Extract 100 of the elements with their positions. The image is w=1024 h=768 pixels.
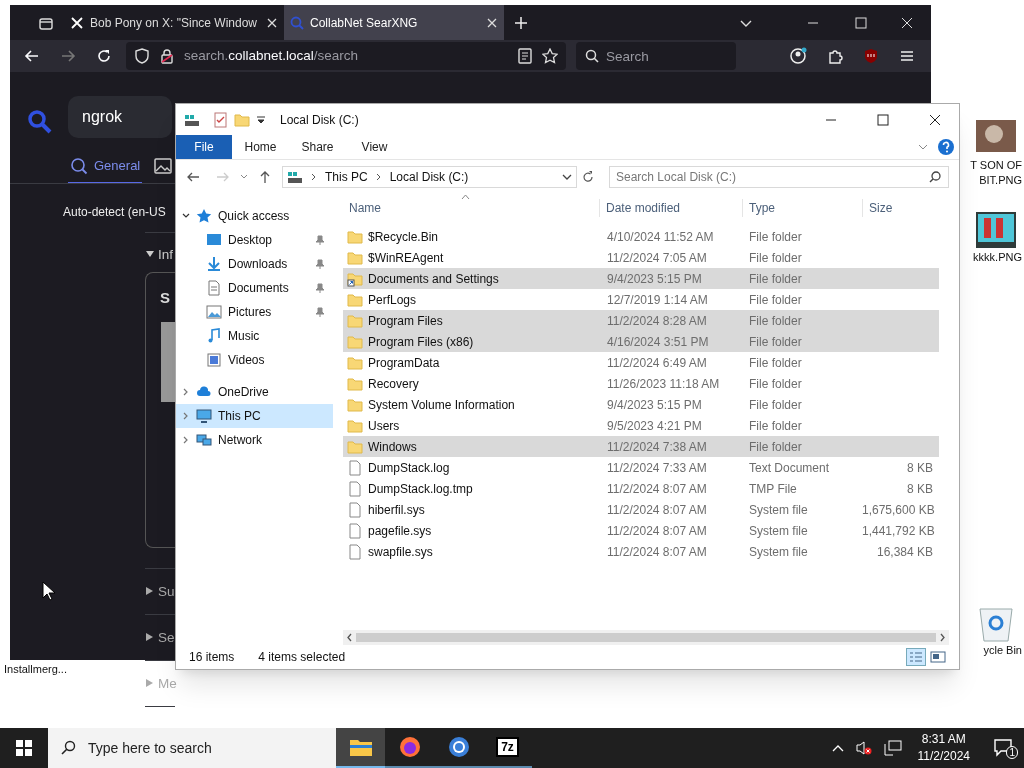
close-icon[interactable] (929, 113, 941, 126)
sort-caret-icon[interactable] (461, 194, 470, 200)
file-type: File folder (748, 228, 803, 246)
shield-extension-icon[interactable] (863, 48, 879, 64)
back-arrow-icon[interactable] (24, 48, 40, 64)
clock[interactable]: 8:31 AM 11/2/2024 (913, 731, 974, 765)
language-selector[interactable]: Auto-detect (en-US (63, 203, 166, 221)
section-toggle[interactable]: Se (158, 628, 175, 649)
infobox-toggle[interactable]: Inf (158, 245, 173, 266)
shield-icon[interactable] (134, 48, 150, 64)
file-row[interactable]: Documents and Settings 9/4/2023 5:15 PM File folder (343, 268, 939, 289)
file-row[interactable]: Recovery 11/26/2023 11:18 AM File folder (343, 373, 939, 394)
breadcrumb-item[interactable]: This PC (325, 168, 368, 186)
properties-icon[interactable] (212, 111, 228, 128)
account-icon[interactable] (789, 47, 807, 65)
triangle-right-icon[interactable] (146, 633, 153, 641)
nav-item[interactable]: OneDrive (176, 380, 333, 404)
new-tab-icon[interactable] (514, 15, 528, 30)
search-field[interactable]: Search Local Disk (C:) (609, 166, 949, 188)
file-row[interactable]: PerfLogs 12/7/2019 1:14 AM File folder (343, 289, 939, 310)
image-icon (154, 156, 173, 175)
star-icon[interactable] (542, 48, 558, 64)
breadcrumb-item[interactable]: Local Disk (C:) (389, 168, 469, 186)
menu-icon[interactable] (899, 48, 915, 64)
search-field[interactable]: Search (576, 42, 736, 70)
nav-item[interactable]: Downloads (176, 252, 333, 276)
reader-view-icon[interactable] (518, 48, 532, 64)
nav-item[interactable]: Network (176, 428, 333, 452)
taskbar-search-field[interactable]: Type here to search (48, 728, 336, 768)
column-header[interactable]: Type (742, 199, 862, 217)
nav-item[interactable]: This PC (176, 404, 333, 428)
file-row[interactable]: Program Files 11/2/2024 8:28 AM File folder (343, 310, 939, 331)
windows-logo-icon[interactable] (16, 740, 32, 756)
help-icon[interactable] (937, 138, 955, 156)
file-row[interactable]: Windows 11/2/2024 7:38 AM File folder (343, 436, 939, 457)
chevron-right-icon[interactable] (182, 412, 190, 420)
file-row[interactable]: swapfile.sys 11/2/2024 8:07 AM System file 16,384 KB (343, 541, 939, 562)
taskbar-app-button[interactable]: 7z (483, 728, 532, 768)
lock-icon[interactable] (160, 48, 174, 64)
image-file-icon[interactable] (974, 210, 1018, 250)
file-name: Windows (368, 438, 417, 456)
nav-item[interactable]: Pictures (176, 300, 333, 324)
file-row[interactable]: $Recycle.Bin 4/10/2024 11:52 AM File folder (343, 226, 939, 247)
nav-item[interactable]: Quick access (176, 204, 333, 228)
desktop-icon-label: Installmerg... (4, 662, 67, 677)
back-arrow-icon[interactable] (186, 170, 200, 184)
file-row[interactable]: Users 9/5/2023 4:21 PM File folder (343, 415, 939, 436)
column-header[interactable]: Name (343, 199, 599, 217)
column-header[interactable]: Size (862, 199, 938, 217)
taskbar-app-button[interactable] (336, 728, 385, 768)
search-icon (585, 49, 599, 63)
file-row[interactable]: pagefile.sys 11/2/2024 8:07 AM System file 1,441,792 KB (343, 520, 939, 541)
chevron-down-icon[interactable] (562, 172, 572, 182)
column-header[interactable]: Date modified (599, 199, 742, 217)
chevron-down-icon[interactable] (182, 212, 190, 220)
file-name: Program Files (368, 312, 443, 330)
chevron-up-icon[interactable] (831, 743, 844, 753)
nav-item[interactable]: Videos (176, 348, 333, 372)
ribbon-tab[interactable]: Home (232, 135, 289, 159)
reload-icon[interactable] (96, 48, 112, 64)
nav-item[interactable]: Documents (176, 276, 333, 300)
up-arrow-icon[interactable] (258, 170, 272, 184)
horizontal-scrollbar[interactable] (343, 630, 949, 645)
speaker-muted-icon[interactable] (855, 740, 872, 756)
chevron-right-icon[interactable] (182, 388, 190, 396)
large-icons-view-icon[interactable] (930, 650, 946, 664)
file-row[interactable]: hiberfil.sys 11/2/2024 8:07 AM System file 1,675,600 KB (343, 499, 939, 520)
date-modified: 11/2/2024 8:07 AM (606, 543, 708, 561)
file-row[interactable]: DumpStack.log 11/2/2024 7:33 AM Text Document 8 KB (343, 457, 939, 478)
file-row[interactable]: ProgramData 11/2/2024 6:49 AM File folder (343, 352, 939, 373)
browser-tab[interactable]: Bob Pony on X: "Since Window (64, 5, 284, 40)
folder-icon (347, 291, 363, 308)
date-modified: 9/5/2023 4:21 PM (606, 417, 703, 435)
triangle-right-icon[interactable] (146, 587, 153, 595)
browser-tab[interactable]: CollabNet SearXNG (284, 5, 504, 40)
address-bar[interactable]: search.collabnet.local/search (126, 42, 566, 70)
triangle-down-icon[interactable] (146, 250, 154, 258)
forward-arrow-icon[interactable] (60, 48, 76, 64)
chevron-right-icon[interactable] (182, 436, 190, 444)
chevron-down-icon[interactable] (256, 114, 266, 125)
file-row[interactable]: System Volume Information 9/4/2023 5:15 PM File folder (343, 394, 939, 415)
maximize-icon[interactable] (877, 113, 889, 126)
desktop-icon-label: ycle Bin (983, 643, 1023, 658)
nav-item[interactable]: Desktop (176, 228, 333, 252)
section-toggle[interactable]: Su (158, 582, 175, 603)
nav-item[interactable]: Music (176, 324, 333, 348)
file-row[interactable]: Program Files (x86) 4/16/2024 3:51 PM File folder (343, 331, 939, 352)
search-field[interactable]: ngrok (68, 96, 172, 138)
network-monitor-icon[interactable] (883, 740, 902, 756)
file-row[interactable]: $WinREAgent 11/2/2024 7:05 AM File folder (343, 247, 939, 268)
logo-icon[interactable] (26, 108, 54, 136)
file-type: File folder (748, 438, 803, 456)
address-bar[interactable]: This PC Local Disk (C:) (282, 166, 577, 188)
ribbon-tab[interactable]: File (176, 135, 232, 159)
folder-icon (347, 228, 363, 245)
file-row[interactable]: DumpStack.log.tmp 11/2/2024 8:07 AM TMP File 8 KB (343, 478, 939, 499)
ribbon-tab[interactable]: Share (289, 135, 346, 159)
puzzle-icon[interactable] (827, 48, 843, 64)
refresh-icon[interactable] (581, 170, 595, 184)
ribbon-tab[interactable]: View (346, 135, 403, 159)
